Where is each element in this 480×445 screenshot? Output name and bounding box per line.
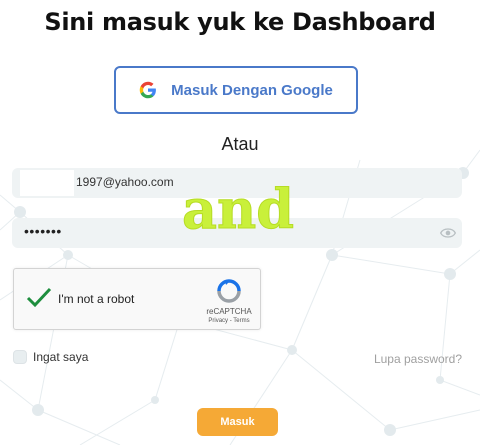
- remember-me[interactable]: Ingat saya: [13, 350, 88, 364]
- recaptcha-widget: I'm not a robot reCAPTCHA Privacy - Term…: [13, 268, 261, 330]
- recaptcha-brand: reCAPTCHA: [206, 307, 252, 316]
- checkmark-icon[interactable]: [26, 286, 52, 308]
- email-value: 1997@yahoo.com: [76, 175, 174, 189]
- submit-button[interactable]: Masuk: [197, 408, 278, 436]
- remember-label: Ingat saya: [33, 350, 89, 364]
- google-g-icon: [139, 81, 157, 99]
- watermark: and: [181, 177, 294, 242]
- recaptcha-links[interactable]: Privacy - Terms: [194, 318, 264, 324]
- google-login-label: Masuk Dengan Google: [171, 81, 333, 99]
- watermark-text: and: [182, 177, 294, 241]
- password-value: •••••••: [24, 223, 62, 239]
- remember-checkbox[interactable]: [13, 350, 27, 364]
- recaptcha-logo-icon: [216, 278, 242, 304]
- captcha-label: I'm not a robot: [58, 292, 135, 306]
- redaction-box: [20, 170, 74, 196]
- google-login-button[interactable]: Masuk Dengan Google: [114, 66, 358, 114]
- eye-icon[interactable]: [439, 226, 457, 240]
- forgot-password-link[interactable]: Lupa password?: [374, 352, 462, 366]
- page-title: Sini masuk yuk ke Dashboard: [44, 8, 436, 36]
- divider-text: Atau: [221, 134, 259, 154]
